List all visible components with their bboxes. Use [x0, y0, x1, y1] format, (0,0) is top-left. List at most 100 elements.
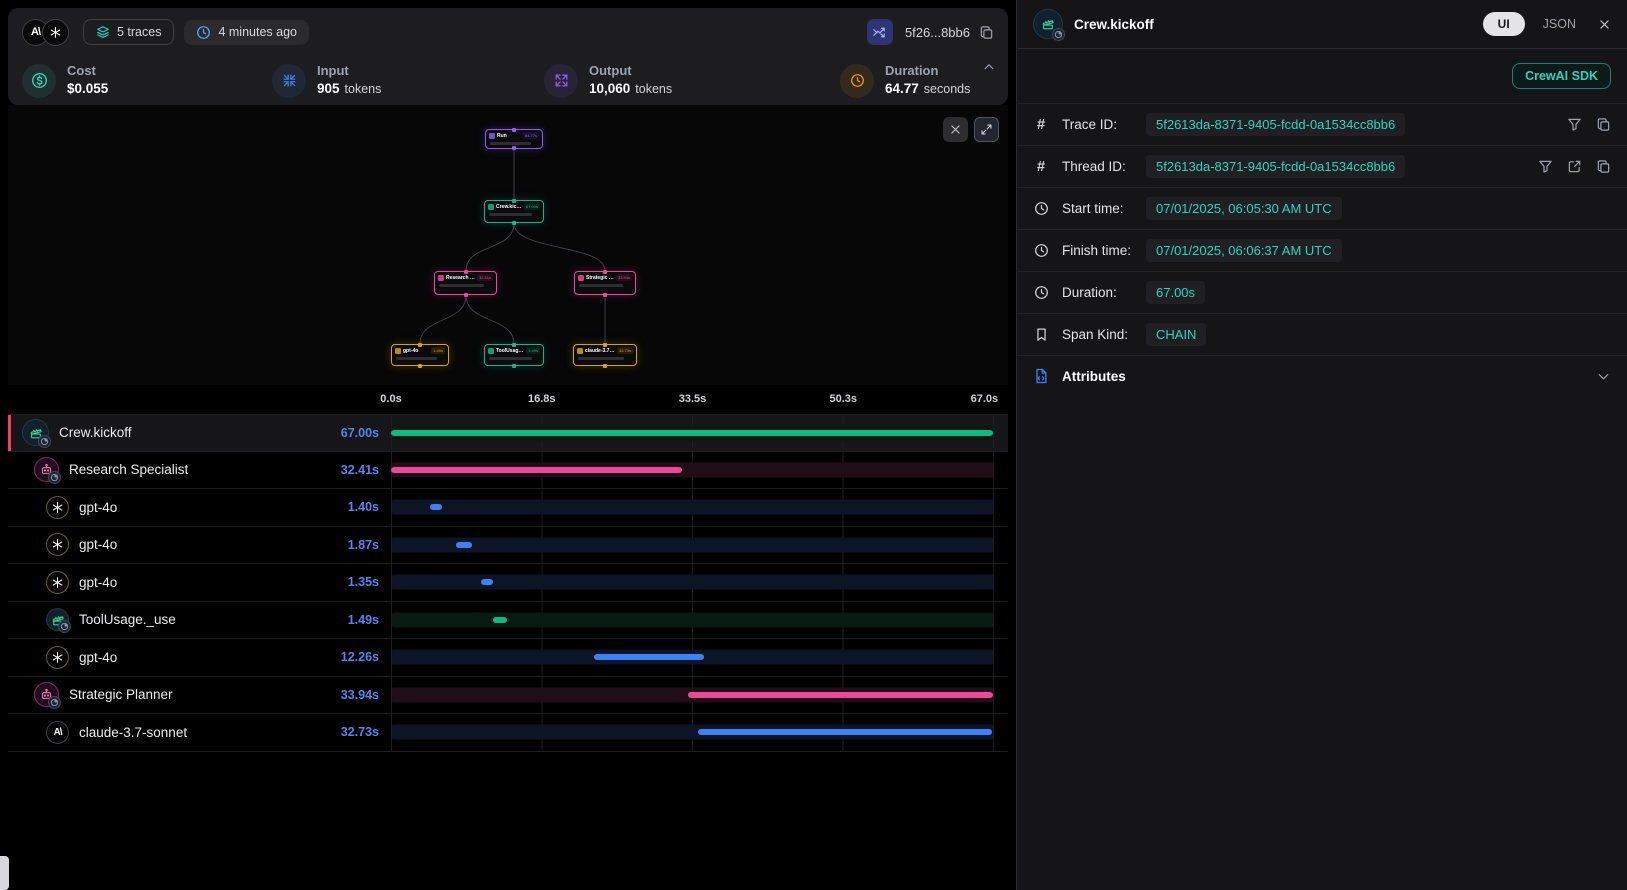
graph-node-claude[interactable]: claude-3.7-sonnet 32.73s [573, 344, 637, 366]
stats-row: Cost $0.055 Input 905tokens Output 10,06… [8, 56, 1008, 105]
chevron-down-icon [1596, 369, 1611, 384]
stat-label: Duration [885, 63, 970, 78]
timeline-track [391, 452, 994, 489]
chevron-down-icon[interactable] [1596, 369, 1611, 384]
trace-chart-icon[interactable] [867, 19, 893, 45]
collapse-chevron-icon[interactable] [982, 60, 996, 79]
external-icon[interactable] [1567, 159, 1582, 174]
openai-avatar [46, 496, 69, 519]
span-bar[interactable] [430, 504, 443, 510]
span-bar[interactable] [594, 654, 704, 660]
agentops-badge-icon [40, 437, 49, 446]
span-bar[interactable] [456, 542, 473, 548]
timeline-track [391, 415, 994, 451]
agentops-badge-icon [50, 473, 59, 482]
detail-row: # Thread ID: 5f2613da-8371-9405-fcdd-0a1… [1017, 146, 1627, 188]
span-bar[interactable] [391, 430, 993, 436]
anthropic-avatar: A\ [46, 721, 69, 744]
trace-row[interactable]: gpt-4o 1.40s [8, 489, 1008, 527]
timeline-track [391, 677, 994, 714]
trace-row[interactable]: Research Specialist 32.41s [8, 452, 1008, 490]
trace-row[interactable]: gpt-4o 1.87s [8, 527, 1008, 565]
detail-row: Span Kind: CHAIN [1017, 314, 1627, 356]
tab-ui[interactable]: UI [1483, 12, 1525, 36]
graph-expand-button[interactable] [974, 117, 999, 142]
graph-node-kickoff[interactable]: Crew.kickoff 67.00s [484, 200, 544, 223]
span-duration: 32.73s [341, 725, 379, 739]
span-duration: 12.26s [341, 650, 379, 664]
crew-avatar [22, 419, 49, 446]
openai-avatar [46, 533, 69, 556]
graph-close-button[interactable] [943, 117, 968, 142]
time-ago-badge: 4 minutes ago [184, 20, 309, 45]
span-name: gpt-4o [79, 575, 348, 590]
span-bar[interactable] [688, 692, 993, 698]
span-bar[interactable] [391, 467, 682, 473]
trace-graph-panel: Run 64.77s Crew.kickoff 67.00s Research … [8, 105, 1008, 385]
scrollbar-handle[interactable] [0, 856, 9, 890]
copy-icon [1596, 159, 1611, 174]
stat: Duration 64.77seconds [840, 63, 994, 98]
trace-header-card: A\ 5 traces 4 minutes ago 5f26...8bb6 [8, 8, 1008, 105]
arrows-out-icon [554, 73, 569, 88]
output-icon [544, 64, 578, 98]
attributes-row[interactable]: Attributes [1017, 356, 1627, 396]
graph-node-research[interactable]: Research Specialist 32.41s [434, 271, 497, 295]
document-icon [1033, 368, 1049, 384]
clock-icon [196, 25, 211, 40]
tab-json[interactable]: JSON [1543, 17, 1576, 31]
stat: Input 905tokens [272, 63, 544, 98]
field-value[interactable]: 07/01/2025, 06:05:30 AM UTC [1146, 197, 1342, 220]
trace-row[interactable]: ToolUsage._use 1.49s [8, 602, 1008, 640]
graph-node-run[interactable]: Run 64.77s [485, 129, 543, 149]
clock-icon [1034, 243, 1049, 258]
timeline-axis: 0.0s16.8s33.5s50.3s67.0s [391, 385, 994, 414]
trace-count-badge[interactable]: 5 traces [83, 19, 174, 45]
field-label: Start time: [1062, 201, 1146, 216]
copy-icon[interactable] [1596, 117, 1611, 132]
detail-row: # Trace ID: 5f2613da-8371-9405-fcdd-0a15… [1017, 104, 1627, 146]
trace-row[interactable]: Strategic Planner 33.94s [8, 677, 1008, 715]
agentops-badge-icon [60, 622, 69, 631]
openai-logo-icon [51, 576, 64, 589]
trace-row[interactable]: gpt-4o 12.26s [8, 639, 1008, 677]
span-bar[interactable] [698, 729, 992, 735]
filter-icon[interactable] [1567, 117, 1582, 132]
field-value[interactable]: 67.00s [1146, 281, 1205, 304]
graph-node-tool[interactable]: ToolUsage._use 1.49s [484, 344, 544, 366]
trace-row[interactable]: gpt-4o 1.35s [8, 564, 1008, 602]
timeline-track [391, 639, 994, 676]
field-value[interactable]: 07/01/2025, 06:06:37 AM UTC [1146, 239, 1342, 262]
span-bar[interactable] [493, 617, 506, 623]
span-name: Crew.kickoff [59, 425, 341, 440]
graph-node-gpt[interactable]: gpt-4o 1.40s [391, 344, 449, 366]
sdk-badge[interactable]: CrewAI SDK [1512, 63, 1611, 89]
span-bar[interactable] [481, 579, 493, 585]
trace-row[interactable]: A\ claude-3.7-sonnet 32.73s [8, 714, 1008, 752]
document-icon [1033, 368, 1049, 384]
field-label: Trace ID: [1062, 117, 1146, 132]
trace-viewer-app: A\ 5 traces 4 minutes ago 5f26...8bb6 [0, 0, 1627, 890]
detail-fields: # Trace ID: 5f2613da-8371-9405-fcdd-0a15… [1017, 104, 1627, 356]
arrows-in-icon [282, 73, 297, 88]
bookmark-icon [1034, 327, 1049, 342]
field-value[interactable]: 5f2613da-8371-9405-fcdd-0a1534cc8bb6 [1146, 155, 1405, 178]
span-name: gpt-4o [79, 537, 348, 552]
copy-icon[interactable] [1596, 159, 1611, 174]
copy-icon[interactable] [979, 25, 994, 40]
detail-row: Start time: 07/01/2025, 06:05:30 AM UTC [1017, 188, 1627, 230]
agentops-badge-icon [58, 620, 71, 633]
field-label: Span Kind: [1062, 327, 1146, 342]
filter-icon[interactable] [1538, 159, 1553, 174]
trace-row[interactable]: Crew.kickoff 67.00s [8, 414, 1008, 452]
timeline-track [391, 602, 994, 639]
openai-logo-icon [51, 651, 64, 664]
close-icon[interactable] [1598, 18, 1611, 31]
graph-node-strategic[interactable]: Strategic Planner 33.94s [574, 271, 636, 295]
field-value[interactable]: CHAIN [1146, 323, 1206, 346]
field-label: Duration: [1062, 285, 1146, 300]
field-value[interactable]: 5f2613da-8371-9405-fcdd-0a1534cc8bb6 [1146, 113, 1405, 136]
external-link-icon [1567, 159, 1582, 174]
timeline-track [391, 564, 994, 601]
cost-icon [22, 64, 56, 98]
